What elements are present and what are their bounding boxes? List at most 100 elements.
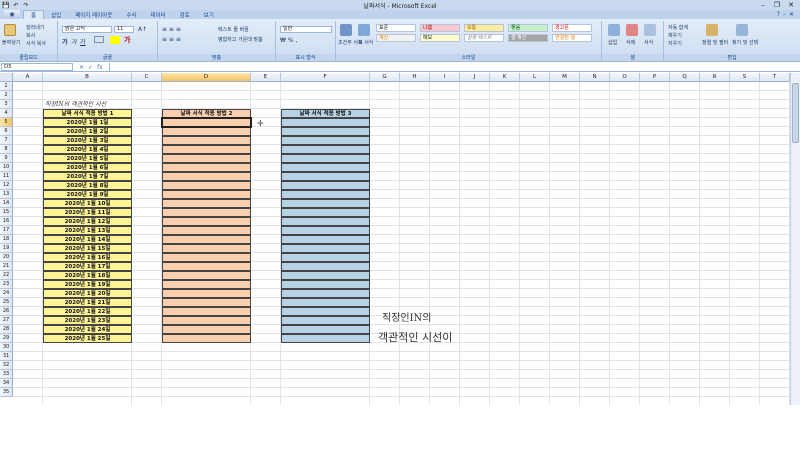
column-header[interactable]: F (281, 73, 370, 82)
column-header[interactable]: D (162, 73, 251, 82)
row-header[interactable]: 18 (0, 235, 13, 244)
name-box[interactable]: D5 (1, 63, 73, 71)
insert-cells-button[interactable]: 삽입 (608, 39, 617, 46)
column-header[interactable]: L (520, 73, 550, 82)
empty-cell[interactable] (162, 244, 251, 253)
row-header[interactable]: 13 (0, 190, 13, 199)
tab-insert[interactable]: 삽입 (44, 10, 68, 19)
empty-cell[interactable] (162, 163, 251, 172)
table-format-icon[interactable] (358, 24, 370, 36)
tab-formulas[interactable]: 수식 (119, 10, 143, 19)
style-good[interactable]: 좋음 (508, 24, 548, 32)
tab-data[interactable]: 데이터 (143, 10, 172, 19)
date-cell[interactable]: 2020년 1월 7일 (43, 172, 132, 181)
paste-button[interactable]: 붙여넣기 (2, 39, 20, 46)
empty-cell[interactable] (162, 181, 251, 190)
column-header[interactable]: A (13, 73, 43, 82)
empty-cell[interactable] (162, 325, 251, 334)
empty-cell[interactable] (281, 181, 370, 190)
date-cell[interactable]: 2020년 1월 13일 (43, 226, 132, 235)
empty-cell[interactable] (162, 190, 251, 199)
date-cell[interactable]: 2020년 1월 25일 (43, 334, 132, 343)
row-header[interactable]: 7 (0, 136, 13, 145)
row-header[interactable]: 1 (0, 82, 13, 91)
empty-cell[interactable] (281, 298, 370, 307)
date-cell[interactable]: 2020년 1월 11일 (43, 208, 132, 217)
header-cell-b[interactable]: 날짜 서식 적용 방법 1 (43, 109, 132, 118)
empty-cell[interactable] (162, 271, 251, 280)
column-header[interactable]: K (490, 73, 520, 82)
sort-filter-button[interactable]: 정렬 및 필터 (702, 39, 728, 46)
empty-cell[interactable] (162, 145, 251, 154)
merge-center-button[interactable]: 병합하고 가운데 맞춤 (218, 36, 263, 43)
tab-home[interactable]: 홈 (23, 10, 45, 19)
ribbon-minimize-icon[interactable]: – (783, 11, 786, 18)
empty-cell[interactable] (281, 145, 370, 154)
column-header[interactable]: R (700, 73, 730, 82)
empty-cell[interactable] (281, 307, 370, 316)
format-painter-button[interactable]: 서식 복사 (26, 40, 46, 47)
font-color-icon[interactable]: 가 (124, 35, 130, 45)
delete-cells-button[interactable]: 삭제 (626, 39, 635, 46)
empty-cell[interactable] (281, 244, 370, 253)
row-header[interactable]: 5 (0, 118, 13, 127)
empty-cell[interactable] (162, 316, 251, 325)
row-header[interactable]: 28 (0, 325, 13, 334)
empty-cell[interactable] (281, 253, 370, 262)
row-header[interactable]: 2 (0, 91, 13, 100)
tab-page-layout[interactable]: 페이지 레이아웃 (68, 10, 119, 19)
empty-cell[interactable] (281, 163, 370, 172)
column-header[interactable]: E (251, 73, 281, 82)
conditional-format-icon[interactable] (340, 24, 352, 36)
style-note[interactable]: 메모 (420, 34, 460, 42)
row-header[interactable]: 20 (0, 253, 13, 262)
restore-button[interactable]: ❐ (770, 0, 784, 10)
date-cell[interactable]: 2020년 1월 3일 (43, 136, 132, 145)
align-left-icon[interactable]: ≡ ≡ ≡ (162, 36, 181, 43)
row-header[interactable]: 23 (0, 280, 13, 289)
column-header[interactable]: Q (670, 73, 700, 82)
date-cell[interactable]: 2020년 1월 12일 (43, 217, 132, 226)
formula-input[interactable] (108, 63, 800, 71)
empty-cell[interactable] (281, 127, 370, 136)
empty-cell[interactable] (162, 298, 251, 307)
empty-cell[interactable] (281, 154, 370, 163)
empty-cell[interactable] (162, 262, 251, 271)
empty-cell[interactable] (281, 325, 370, 334)
empty-cell[interactable] (281, 226, 370, 235)
row-header[interactable]: 35 (0, 388, 13, 397)
empty-cell[interactable] (281, 316, 370, 325)
empty-cell[interactable] (162, 154, 251, 163)
tab-review[interactable]: 검토 (173, 10, 197, 19)
style-warning[interactable]: 경고문 (552, 24, 592, 32)
empty-cell[interactable] (281, 235, 370, 244)
fx-icon[interactable]: fx (97, 64, 103, 71)
empty-cell[interactable] (162, 127, 251, 136)
row-header[interactable]: 11 (0, 172, 13, 181)
fill-color-icon[interactable] (110, 36, 120, 44)
style-normal[interactable]: 표준 (376, 24, 416, 32)
row-header[interactable]: 25 (0, 298, 13, 307)
border-icon[interactable] (94, 36, 104, 43)
active-cell-outline[interactable] (161, 117, 252, 128)
copy-button[interactable]: 복사 (26, 32, 35, 39)
column-header[interactable]: O (610, 73, 640, 82)
paste-icon[interactable] (4, 24, 16, 36)
column-header[interactable]: I (430, 73, 460, 82)
column-header[interactable]: N (580, 73, 610, 82)
date-cell[interactable]: 2020년 1월 10일 (43, 199, 132, 208)
header-cell-f[interactable]: 날짜 서식 적용 방법 3 (281, 109, 370, 118)
empty-cell[interactable] (281, 172, 370, 181)
tab-view[interactable]: 보기 (197, 10, 221, 19)
row-header[interactable]: 27 (0, 316, 13, 325)
row-header[interactable]: 26 (0, 307, 13, 316)
delete-cells-icon[interactable] (626, 24, 638, 36)
style-neutral[interactable]: 보통 (464, 24, 504, 32)
empty-cell[interactable] (162, 208, 251, 217)
date-cell[interactable]: 2020년 1월 21일 (43, 298, 132, 307)
style-check-cell[interactable]: 셀 확인 (508, 34, 548, 42)
wrap-text-button[interactable]: 텍스트 줄 바꿈 (218, 26, 249, 33)
currency-icon[interactable]: ₩ % , (280, 37, 297, 44)
worksheet-grid[interactable]: A B C D E F G H I J K L M N O P Q R S T 1 2 3 4 5 6 7 8 9 10 11 12 13 14 1… (0, 73, 790, 405)
date-cell[interactable]: 2020년 1월 23일 (43, 316, 132, 325)
